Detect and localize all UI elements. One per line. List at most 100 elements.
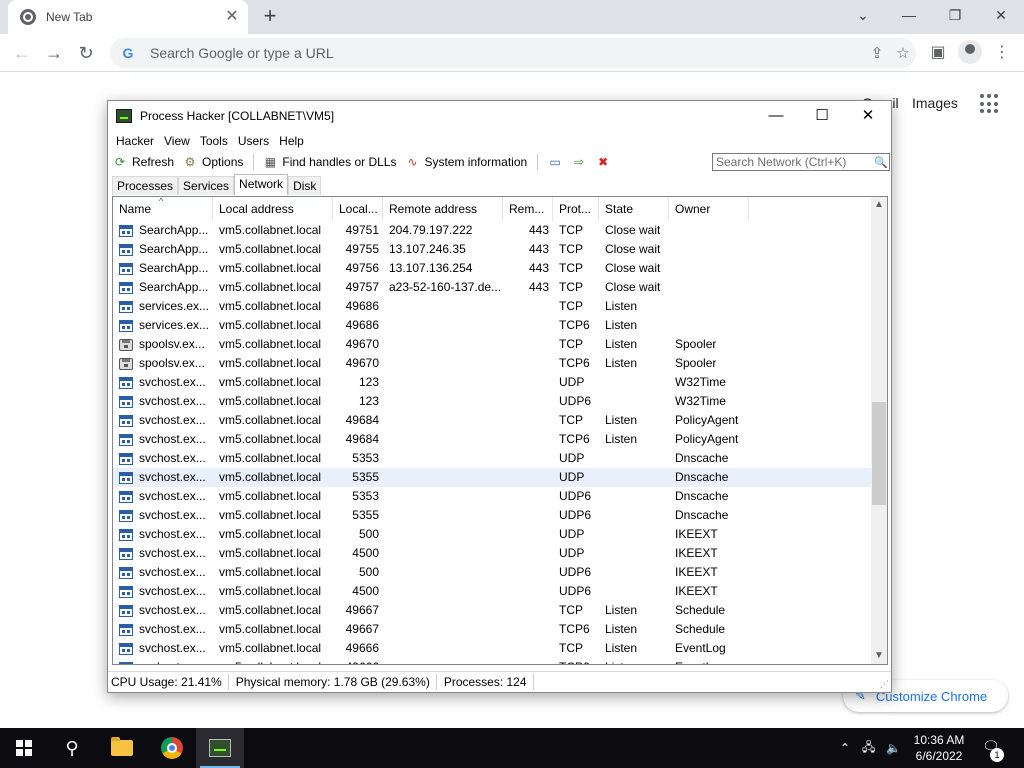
table-row[interactable]: svchost.ex... vm5.collabnet.local 49684 TCP… [113,430,873,449]
table-row[interactable]: svchost.ex... vm5.collabnet.local 49684 TCP… [113,411,873,430]
side-panel-icon[interactable]: ▣ [926,41,950,65]
column-header-remote-address[interactable]: Remote address [383,197,503,221]
menu-hacker[interactable]: Hacker [111,134,159,148]
column-header-owner[interactable]: Owner [669,197,749,221]
window-icon[interactable]: ▭ [546,154,564,170]
tab-search-icon[interactable]: ⌄ [840,0,886,30]
table-row[interactable]: SearchApp... vm5.collabnet.local 49757 a23-… [113,278,873,297]
table-row[interactable]: svchost.ex... vm5.collabnet.local 500 UDP6 I… [113,563,873,582]
taskbar-file-explorer[interactable] [98,728,146,768]
start-button[interactable] [0,728,48,768]
system-information-button[interactable]: ∿ System information [404,154,527,170]
tab-close-icon[interactable]: ✕ [222,7,242,27]
scrollbar-thumb[interactable] [872,402,886,505]
column-header-protocol[interactable]: Prot... [553,197,599,221]
clock-time: 10:36 AM [913,733,965,747]
table-row[interactable]: svchost.ex... vm5.collabnet.local 4500 UDP6… [113,582,873,601]
volume-icon[interactable]: 🔈 [886,728,901,768]
network-icon[interactable]: 🖧 [862,728,875,768]
ph-maximize-button[interactable]: ☐ [799,101,845,131]
remote-address-cell [383,354,503,373]
taskbar-process-hacker[interactable] [196,728,244,768]
reload-button[interactable]: ↻ [74,41,98,65]
tab-network[interactable]: Network [234,174,289,195]
notification-badge: 1 [990,748,1004,762]
table-row[interactable]: spoolsv.ex... vm5.collabnet.local 49670 TCP… [113,354,873,373]
name-cell: svchost.ex... [113,449,213,468]
system-information-label: System information [424,155,528,169]
omnibox[interactable]: G Search Google or type a URL ⇪ ☆ [110,38,916,68]
ph-title-bar[interactable]: Process Hacker [COLLABNET\VM5] — ☐ ✕ [108,101,891,131]
table-row[interactable]: spoolsv.ex... vm5.collabnet.local 49670 TCP… [113,335,873,354]
table-row[interactable]: svchost.ex... vm5.collabnet.local 123 UDP W3… [113,373,873,392]
tab-disk[interactable]: Disk [288,176,322,195]
menu-view[interactable]: View [159,134,195,148]
vertical-scrollbar[interactable]: ▲ ▼ [871,197,887,664]
table-row[interactable]: svchost.ex... vm5.collabnet.local 500 UDP IK… [113,525,873,544]
table-row[interactable]: svchost.ex... vm5.collabnet.local 4500 UDP I… [113,544,873,563]
resize-grip-icon[interactable]: ⋰ [880,679,889,690]
find-handles-button[interactable]: ▦ Find handles or DLLs [262,154,397,170]
refresh-button[interactable]: ⟳ Refresh [112,154,174,170]
table-row[interactable]: svchost.ex... vm5.collabnet.local 49667 TCP… [113,601,873,620]
column-header-name[interactable]: ^ Name [113,197,213,221]
new-tab-button[interactable]: + [258,5,282,29]
table-row[interactable]: svchost.ex... vm5.collabnet.local 49667 TCP… [113,620,873,639]
browser-tab-new-tab[interactable]: New Tab ✕ [8,0,248,34]
back-button[interactable]: ← [10,41,34,65]
table-row[interactable]: services.ex... vm5.collabnet.local 49686 TC… [113,316,873,335]
tab-processes[interactable]: Processes [112,176,179,195]
remote-port-cell [503,582,553,601]
options-button[interactable]: ⚙ Options [182,154,244,170]
search-network-placeholder: Search Network (Ctrl+K) [716,155,847,169]
ph-minimize-button[interactable]: — [753,101,799,131]
chrome-menu-icon[interactable]: ⋮ [990,41,1014,65]
bookmark-star-icon[interactable]: ☆ [890,44,916,62]
protocol-cell: UDP6 [559,394,592,408]
column-header-remote-port[interactable]: Rem... [503,197,553,221]
browser-close-button[interactable]: ✕ [978,0,1024,30]
profile-avatar[interactable] [958,40,982,64]
menu-tools[interactable]: Tools [195,134,233,148]
table-row[interactable]: svchost.ex... vm5.collabnet.local 5355 UDP6… [113,506,873,525]
table-row[interactable]: services.ex... vm5.collabnet.local 49686 TC… [113,297,873,316]
local-address-cell: vm5.collabnet.local [219,356,322,370]
name-cell: svchost.ex... [113,544,213,563]
column-header-local-address[interactable]: Local address [213,197,333,221]
table-row[interactable]: svchost.ex... vm5.collabnet.local 123 UDP6 W… [113,392,873,411]
scroll-up-icon[interactable]: ▲ [871,197,887,213]
taskbar-chrome[interactable] [148,728,196,768]
browser-minimize-button[interactable]: — [886,0,932,30]
column-header-state[interactable]: State [599,197,669,221]
share-icon[interactable]: ⇪ [864,44,890,62]
window-arrow-icon[interactable]: ⇨ [570,154,588,170]
menu-users[interactable]: Users [233,134,274,148]
table-row[interactable]: svchost.ex...vm5.collabnet.local49666TCP… [113,639,873,658]
scroll-down-icon[interactable]: ▼ [871,648,887,664]
local-address-cell: vm5.collabnet.local [213,658,333,664]
browser-restore-button[interactable]: ❐ [932,0,978,30]
table-row[interactable]: svchost.ex... vm5.collabnet.local 5353 UDP D… [113,449,873,468]
google-apps-icon[interactable] [980,94,1000,114]
table-row[interactable]: SearchApp... vm5.collabnet.local 49751 204.… [113,221,873,240]
ph-close-button[interactable]: ✕ [845,101,891,131]
images-link[interactable]: Images [912,95,958,111]
windows-logo-icon [16,740,32,756]
tray-overflow-icon[interactable]: ⌃ [840,728,850,768]
taskbar-clock[interactable]: 10:36 AM 6/6/2022 [906,732,972,764]
table-row[interactable]: svchost.ex... vm5.collabnet.local 5353 UDP6… [113,487,873,506]
forward-button[interactable]: → [42,41,66,65]
taskbar-search-icon[interactable]: ⚲ [48,728,96,768]
search-network-input[interactable]: Search Network (Ctrl+K) 🔍 [712,153,890,171]
table-row[interactable]: SearchApp... vm5.collabnet.local 49756 13.1… [113,259,873,278]
table-row[interactable]: svchost.ex... vm5.collabnet.local 5355 UDP D… [113,468,873,487]
tab-services[interactable]: Services [178,176,235,195]
column-header-local-port[interactable]: Local... [333,197,383,221]
terminate-x-icon[interactable]: ✖ [594,154,612,170]
table-row[interactable]: svchost.ex...vm5.collabnet.local49666TCP… [113,658,873,664]
table-row[interactable]: SearchApp... vm5.collabnet.local 49755 13.1… [113,240,873,259]
remote-port-cell [503,392,553,411]
protocol-cell: TCP6 [559,318,590,332]
omnibox-input[interactable]: Search Google or type a URL [150,45,864,61]
menu-help[interactable]: Help [274,134,309,148]
